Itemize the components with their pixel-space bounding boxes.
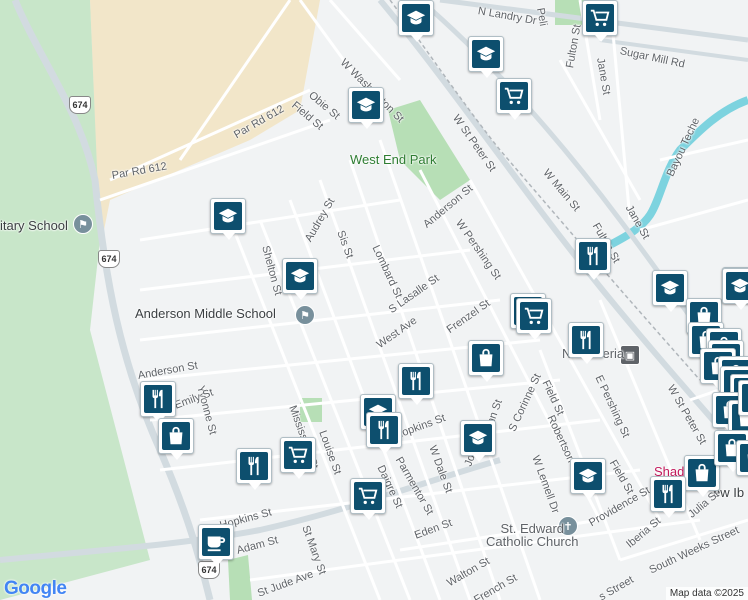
marker-frame <box>140 381 176 423</box>
cart-icon <box>284 441 312 469</box>
school-icon <box>286 262 314 290</box>
route-674-shield-1: 674 <box>69 96 91 114</box>
bag-icon <box>688 459 716 487</box>
marker-frame <box>158 418 194 460</box>
restaurant-icon <box>572 326 600 354</box>
school-icon <box>656 274 684 302</box>
marker-shopping-14[interactable] <box>738 380 748 424</box>
school-icon <box>726 272 748 300</box>
restaurant-icon <box>144 385 172 413</box>
restaurant-icon <box>402 367 430 395</box>
marker-frame <box>568 322 604 364</box>
marker-frame <box>366 412 402 454</box>
marker-frame <box>350 478 386 520</box>
school-icon <box>402 4 430 32</box>
marker-frame <box>210 198 246 240</box>
restaurant-icon <box>240 452 268 480</box>
marker-frame <box>198 524 234 566</box>
green-patch <box>300 398 322 422</box>
bag-icon <box>742 384 748 412</box>
marker-restaurant-7[interactable] <box>650 476 686 520</box>
marker-frame <box>236 448 272 490</box>
marker-restaurant-2[interactable] <box>568 322 604 366</box>
label-anderson-middle-school: Anderson Middle School <box>135 306 276 321</box>
marker-school-8[interactable] <box>460 420 496 464</box>
marker-frame <box>738 380 748 416</box>
marker-frame <box>348 87 384 129</box>
bag-icon <box>162 422 190 450</box>
marker-frame <box>736 440 748 476</box>
marker-restaurant-6[interactable] <box>236 448 272 492</box>
school-icon <box>464 424 492 452</box>
marker-school-2[interactable] <box>468 36 504 80</box>
google-logo: Google <box>4 578 67 600</box>
cart-icon <box>354 482 382 510</box>
school-icon <box>214 202 242 230</box>
cart-icon <box>520 302 548 330</box>
marker-school-6[interactable] <box>652 270 688 314</box>
marker-grocery-6[interactable] <box>350 478 386 522</box>
marker-grocery-4[interactable] <box>516 298 552 342</box>
cafe-icon <box>202 528 230 556</box>
marker-frame <box>652 270 688 312</box>
school-icon <box>574 462 602 490</box>
marker-frame <box>280 437 316 479</box>
bag-icon <box>740 444 748 472</box>
marker-frame <box>570 458 606 500</box>
marker-frame <box>496 78 532 120</box>
marker-school-4[interactable] <box>210 198 246 242</box>
marker-frame <box>722 268 748 310</box>
restaurant-icon <box>579 242 607 270</box>
marker-frame <box>468 36 504 78</box>
map-canvas[interactable]: 674 674 674 ⚑ ⚑ ✝ ▣ N Landry Dr Sugar Mil… <box>0 0 748 600</box>
school-icon <box>352 91 380 119</box>
marker-school-9[interactable] <box>570 458 606 502</box>
marker-frame <box>468 340 504 382</box>
marker-school-3[interactable] <box>348 87 384 131</box>
marker-grocery-5[interactable] <box>280 437 316 481</box>
marker-frame <box>575 238 611 280</box>
marker-cafe-1[interactable] <box>198 524 234 568</box>
marker-school-1[interactable] <box>398 0 434 44</box>
marker-frame <box>398 0 434 42</box>
cart-icon <box>586 4 614 32</box>
school-pin-icon[interactable]: ⚑ <box>73 214 93 234</box>
marker-grocery-2[interactable] <box>496 78 532 122</box>
label-military-school: itary School <box>0 218 68 233</box>
google-logo-text: Google <box>4 578 67 599</box>
map-attribution[interactable]: Map data ©2025 <box>665 587 748 600</box>
school-icon <box>472 40 500 68</box>
school-pin-icon-anderson[interactable]: ⚑ <box>295 305 315 325</box>
marker-frame <box>516 298 552 340</box>
marker-grocery-1[interactable] <box>582 0 618 44</box>
marker-school-5[interactable] <box>282 258 318 302</box>
marker-frame <box>398 363 434 405</box>
route-674-shield-2: 674 <box>98 250 120 268</box>
marker-restaurant-5[interactable] <box>366 412 402 456</box>
bag-icon <box>472 344 500 372</box>
marker-school-10[interactable] <box>722 268 748 312</box>
marker-restaurant-3[interactable] <box>398 363 434 407</box>
marker-shopping-16[interactable] <box>736 440 748 484</box>
marker-shopping-1[interactable] <box>468 340 504 384</box>
label-st-edward-church: St. Edward Catholic Church <box>486 521 579 549</box>
marker-frame <box>460 420 496 462</box>
cart-icon <box>500 82 528 110</box>
restaurant-icon <box>654 480 682 508</box>
marker-shopping-3[interactable] <box>158 418 194 462</box>
marker-frame <box>650 476 686 518</box>
label-west-end-park: West End Park <box>350 152 437 167</box>
marker-restaurant-1[interactable] <box>575 238 611 282</box>
marker-frame <box>582 0 618 42</box>
marker-frame <box>282 258 318 300</box>
restaurant-icon <box>370 416 398 444</box>
